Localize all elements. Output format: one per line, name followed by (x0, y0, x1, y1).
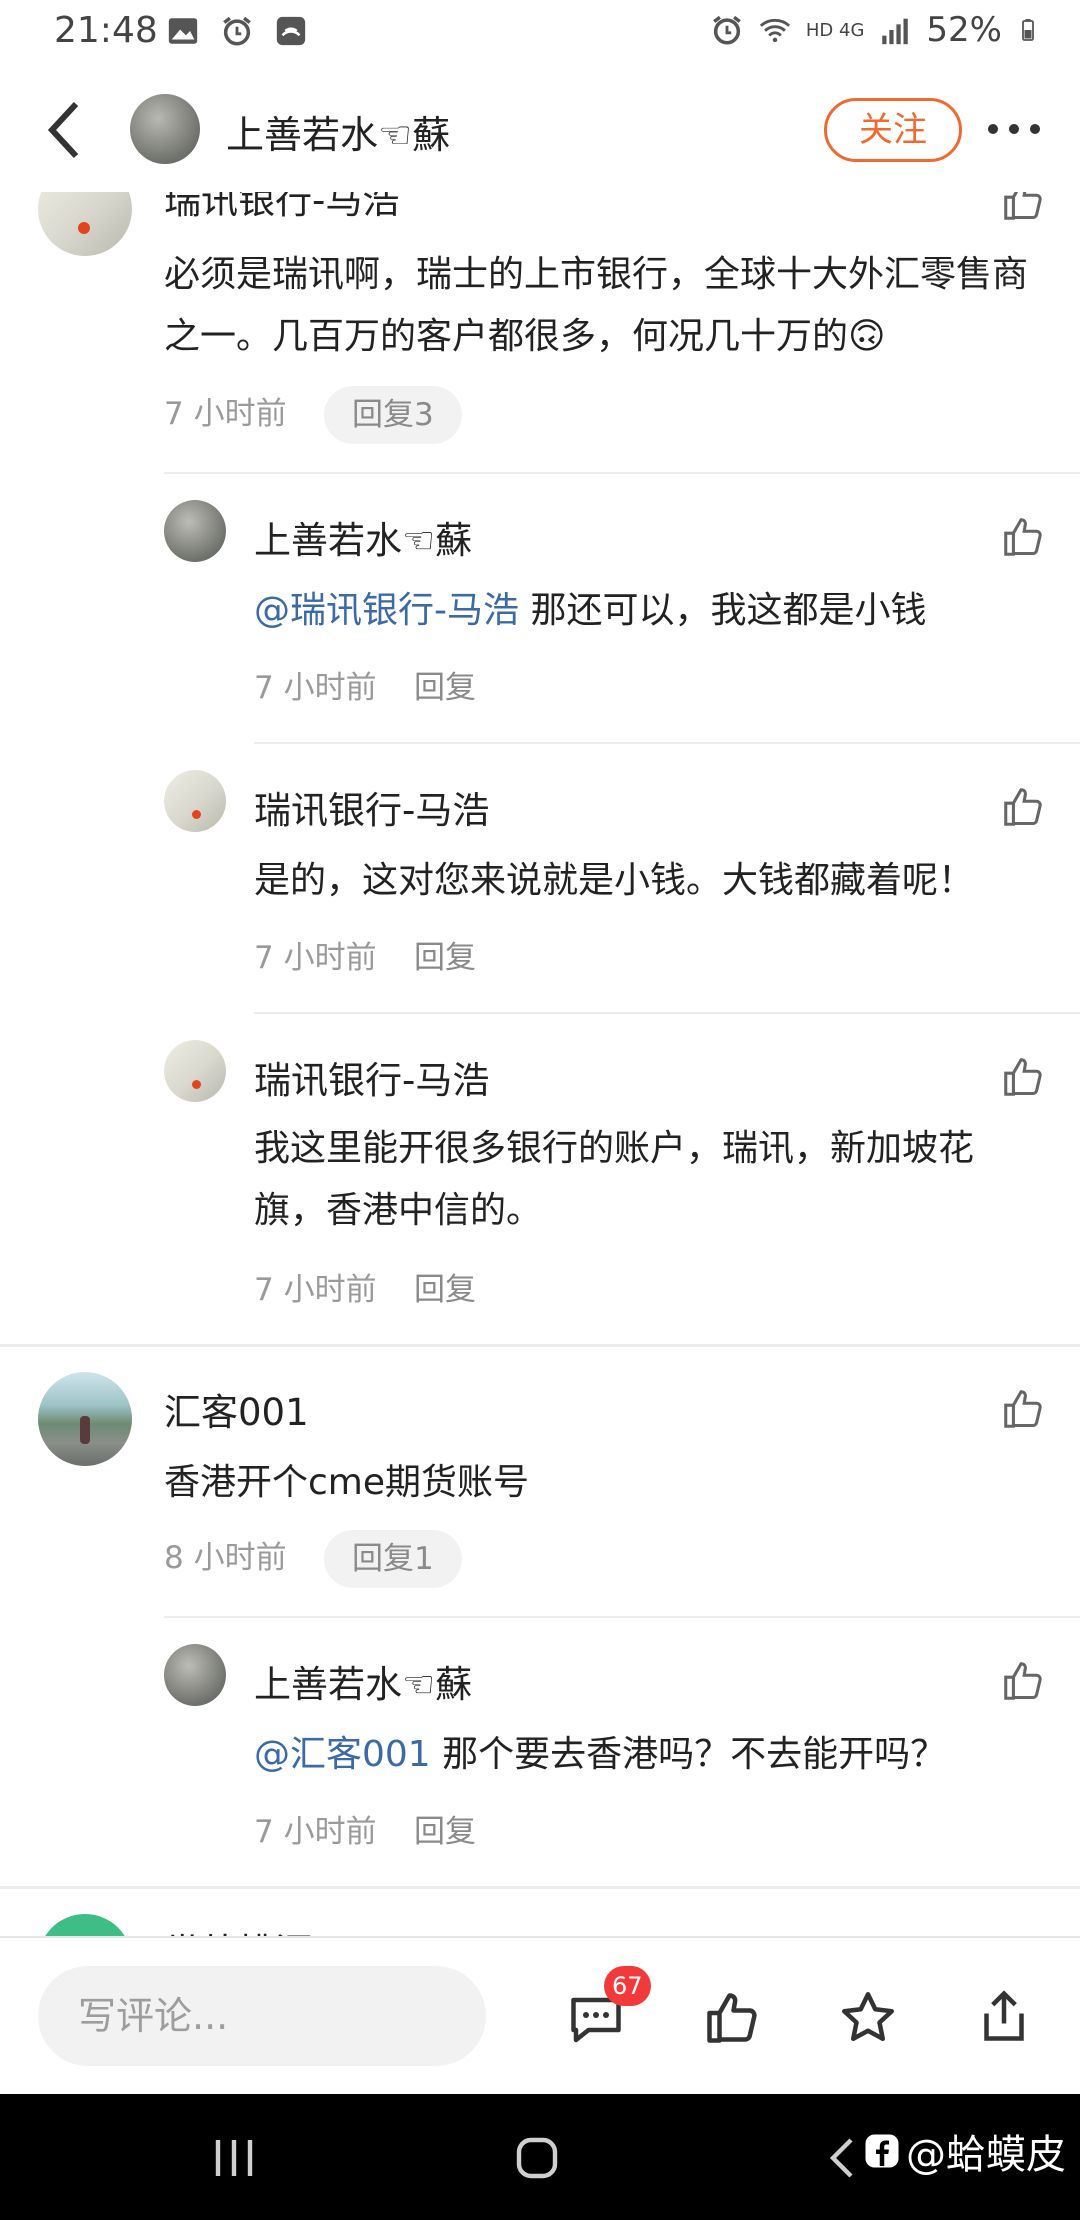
comments-button[interactable]: 67 (566, 1966, 651, 2056)
watermark: @蛤蟆皮 (864, 2122, 1066, 2180)
avatar[interactable] (130, 94, 200, 164)
reply-author[interactable]: 瑞讯银行-马浩 (254, 780, 489, 834)
reply-count-button[interactable]: 回复3 (324, 386, 462, 444)
back-arrow-icon[interactable] (44, 100, 84, 160)
reply-button[interactable]: 回复 (414, 1264, 476, 1309)
reply-button[interactable]: 回复 (414, 662, 476, 707)
recent-apps-icon[interactable] (210, 2136, 258, 2180)
network-label: HD 4G (805, 19, 865, 41)
thumbs-up-icon[interactable] (1000, 784, 1046, 830)
top-app-bar: 上善若水☜蘇 关注 (0, 62, 1080, 192)
comment-text: 香港开个cme期货账号 (164, 1462, 530, 1503)
avatar[interactable] (164, 1644, 226, 1706)
reply-button[interactable]: 回复 (414, 932, 476, 977)
status-right: HD 4G 52% (710, 10, 1040, 50)
status-bar: 21:48 HD 4G 52% (0, 0, 1080, 62)
reply-author[interactable]: 上善若水☜蘇 (254, 510, 472, 564)
home-icon[interactable] (512, 2134, 562, 2182)
reply-author[interactable]: 瑞讯银行-马浩 (254, 1050, 489, 1104)
comment-input[interactable]: 写评论... (38, 1966, 486, 2066)
comment-count-badge: 67 (604, 1966, 651, 2006)
status-time: 21:48 (54, 10, 158, 51)
reply-text: @汇客001 那个要去香港吗？不去能开吗？ (254, 1724, 1054, 1786)
signal-icon (882, 18, 909, 45)
thumbs-up-icon[interactable] (1000, 1386, 1046, 1432)
mention-link[interactable]: @瑞讯银行-马浩 (254, 590, 519, 631)
alarm-icon (223, 16, 251, 46)
reply-author[interactable]: 上善若水☜蘇 (254, 1654, 472, 1708)
reply-text: @瑞讯银行-马浩 那还可以，我这都是小钱 (254, 580, 1054, 642)
reply-time: 7 小时前 (254, 1272, 377, 1308)
thumbs-up-icon[interactable] (702, 1988, 762, 2048)
thumbs-up-icon[interactable] (1000, 514, 1046, 560)
avatar[interactable] (38, 192, 132, 256)
reply-text: 我这里能开很多银行的账户，瑞讯，新加坡花旗，香港中信的。 (254, 1128, 975, 1231)
reply-count-button[interactable]: 回复1 (324, 1530, 462, 1588)
avatar[interactable] (164, 500, 226, 562)
reply-text: 是的，这对您来说就是小钱。大钱都藏着呢！ (254, 860, 975, 901)
battery-icon (1022, 19, 1034, 41)
watermark-text: @蛤蟆皮 (906, 2132, 1066, 2178)
reply-time: 7 小时前 (254, 1814, 377, 1850)
bottom-action-bar: 写评论... 67 (0, 1936, 1080, 2096)
more-options-icon[interactable] (986, 122, 1042, 136)
divider (254, 1012, 1080, 1014)
profile-name[interactable]: 上善若水☜蘇 (226, 104, 450, 159)
back-icon[interactable] (826, 2136, 856, 2180)
divider (164, 472, 1080, 474)
comment-time: 8 小时前 (164, 1540, 287, 1576)
comment-time: 7 小时前 (164, 396, 287, 432)
comment-list[interactable]: 瑞讯银行-马浩 必须是瑞讯啊，瑞士的上市银行，全球十大外汇零售商之一。几百万的客… (0, 192, 1080, 1936)
wifi-calling-icon (276, 16, 306, 46)
mention-link[interactable]: @汇客001 (254, 1734, 431, 1775)
thumbs-up-icon[interactable] (1000, 1658, 1046, 1704)
thumbs-up-icon[interactable] (1000, 192, 1046, 224)
facebook-icon (865, 2134, 899, 2168)
reply-body: 那个要去香港吗？不去能开吗？ (430, 1734, 947, 1775)
avatar[interactable] (164, 770, 226, 832)
battery-percent: 52% (926, 10, 1002, 50)
avatar[interactable] (38, 1914, 132, 1936)
divider (254, 742, 1080, 744)
alarm-icon (713, 15, 741, 45)
divider (164, 1616, 1080, 1618)
notification-icons (166, 14, 308, 48)
comment-author[interactable]: 瑞讯银行-马浩 (164, 192, 399, 224)
star-icon[interactable] (838, 1988, 898, 2048)
avatar[interactable] (38, 1372, 132, 1466)
reply-time: 7 小时前 (254, 670, 377, 706)
reply-body: 那还可以，我这都是小钱 (519, 590, 927, 631)
comment-author[interactable]: 世外桃源 (164, 1922, 312, 1936)
comment-text: 必须是瑞讯啊，瑞士的上市银行，全球十大外汇零售商之一。几百万的客户都很多，何况几… (164, 254, 1029, 357)
avatar[interactable] (164, 1040, 226, 1102)
comment-author[interactable]: 汇客001 (164, 1382, 309, 1436)
wifi-icon (759, 18, 791, 43)
system-navigation-bar: @蛤蟆皮 (0, 2094, 1080, 2220)
gallery-icon (168, 18, 198, 44)
reply-time: 7 小时前 (254, 940, 377, 976)
thumbs-up-icon[interactable] (1000, 1054, 1046, 1100)
section-divider (0, 1344, 1080, 1347)
follow-button[interactable]: 关注 (824, 98, 962, 162)
reply-button[interactable]: 回复 (414, 1806, 476, 1851)
section-divider (0, 1886, 1080, 1889)
share-icon[interactable] (974, 1986, 1034, 2046)
